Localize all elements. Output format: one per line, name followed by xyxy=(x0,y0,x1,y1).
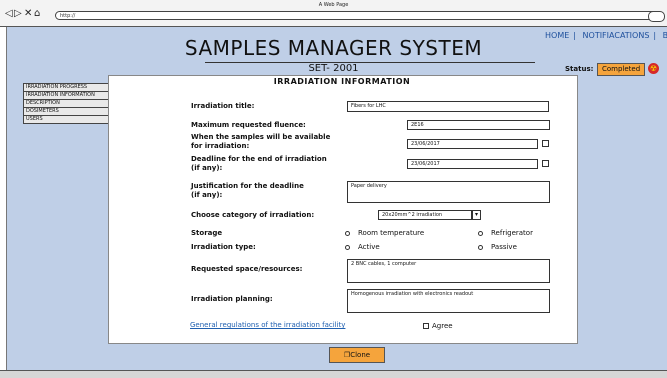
justification-label: Justification for the deadline (if any): xyxy=(191,182,304,199)
url-field[interactable]: http:// xyxy=(55,11,660,20)
planning-textarea[interactable]: Homogenous irradiation with electronics … xyxy=(347,289,550,313)
clone-button[interactable]: ❐Clone xyxy=(329,347,385,363)
max-fluence-label: Maximum requested fluence: xyxy=(191,121,306,129)
category-label: Choose category of irradiation: xyxy=(191,211,315,219)
sidebar: IRRADIATION PROGRESS IRRADIATION INFORMA… xyxy=(23,83,109,124)
space-textarea[interactable]: 2 BNC cables, 1 computer xyxy=(347,259,550,283)
type-active-radio[interactable]: Active xyxy=(345,243,380,251)
status-badge: Completed xyxy=(597,63,646,76)
calendar-icon[interactable] xyxy=(542,140,549,147)
forward-icon[interactable]: ▷ xyxy=(14,9,22,19)
status-label: Status: xyxy=(565,65,594,73)
radiation-hazard-icon: ☢ xyxy=(648,63,659,74)
close-icon[interactable]: ✕ xyxy=(24,9,32,19)
irradiation-title-label: Irradiation title: xyxy=(191,102,255,110)
storage-label: Storage xyxy=(191,229,223,237)
irradiation-title-input[interactable]: Fibers for LHC xyxy=(347,101,549,112)
nav-bp[interactable]: BP xyxy=(663,31,667,40)
chevron-down-icon[interactable]: ▾ xyxy=(472,210,481,220)
category-select[interactable]: 20x20mm^2 irradiation xyxy=(378,210,472,220)
regulations-link[interactable]: General regulations of the irradiation f… xyxy=(190,321,345,329)
space-label: Requested space/resources: xyxy=(191,265,303,273)
justification-textarea[interactable]: Paper delivery xyxy=(347,181,550,203)
max-fluence-input[interactable]: 2E16 xyxy=(407,120,550,130)
nav-home[interactable]: HOME xyxy=(545,31,569,40)
top-nav: HOME| NOTIFIACATIONS| BP xyxy=(545,31,667,40)
deadline-input[interactable]: 23/06/2017 xyxy=(407,159,538,169)
planning-label: Irradiation planning: xyxy=(191,295,273,303)
sidebar-item-users[interactable]: USERS xyxy=(23,115,109,124)
panel-title: IRRADIATION INFORMATION xyxy=(273,77,411,86)
type-passive-radio[interactable]: Passive xyxy=(478,243,517,251)
nav-notifications[interactable]: NOTIFIACATIONS xyxy=(583,31,650,40)
storage-room-temperature-radio[interactable]: Room temperature xyxy=(345,229,424,237)
calendar-icon[interactable] xyxy=(542,160,549,167)
available-date-input[interactable]: 23/06/2017 xyxy=(407,139,538,149)
back-icon[interactable]: ◁ xyxy=(5,9,13,19)
agree-checkbox[interactable]: Agree xyxy=(423,322,453,330)
available-date-label: When the samples will be available for i… xyxy=(191,133,331,150)
window-title: A Web Page xyxy=(318,2,349,8)
irradiation-type-label: Irradiation type: xyxy=(191,243,256,251)
search-field[interactable] xyxy=(648,11,665,22)
storage-refrigerator-radio[interactable]: Refrigerator xyxy=(478,229,533,237)
deadline-label: Deadline for the end of irradiation (if … xyxy=(191,155,327,172)
home-icon[interactable]: ⌂ xyxy=(34,9,40,19)
